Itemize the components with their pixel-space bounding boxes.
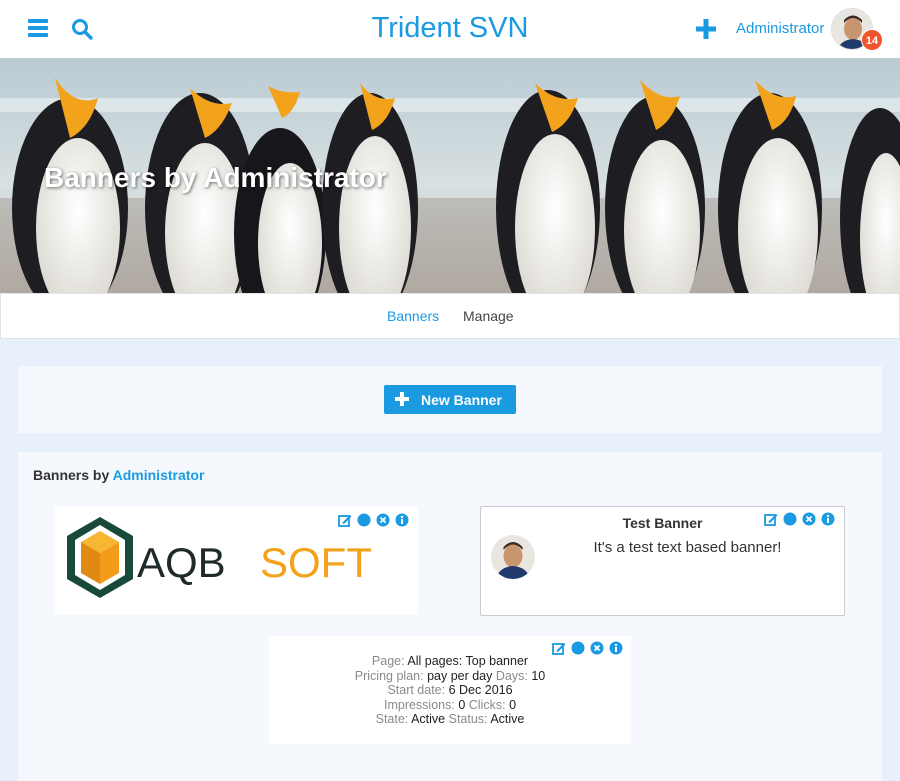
detail-clicks-label: Clicks:: [468, 697, 506, 712]
detail-stats-line: Impressions: 0 Clicks: 0: [269, 698, 631, 713]
logo-word-soft: SOFT: [260, 539, 372, 586]
text-banner-controls: [764, 512, 835, 526]
status-dot-icon[interactable]: [783, 512, 797, 526]
tab-manage[interactable]: Manage: [463, 308, 514, 324]
detail-page-line: Page: All pages: Top banner: [269, 654, 631, 669]
detail-start-line: Start date: 6 Dec 2016: [269, 683, 631, 698]
plus-icon[interactable]: [694, 17, 718, 41]
detail-state-value: Active: [411, 712, 446, 726]
top-bar: Trident SVN Administrator 14: [0, 0, 900, 58]
text-banner[interactable]: Test Banner It's a test text based banne…: [480, 506, 845, 616]
detail-start-value: 6 Dec 2016: [448, 683, 513, 697]
info-icon[interactable]: [395, 513, 409, 527]
logo-banner-controls: [338, 513, 409, 527]
list-heading-user-link[interactable]: Administrator: [113, 467, 205, 483]
cover-title: Banners by Administrator: [44, 162, 387, 193]
tab-banners[interactable]: Banners: [387, 308, 439, 324]
details-lines: Page: All pages: Top banner Pricing plan…: [269, 654, 631, 727]
delete-icon[interactable]: [802, 512, 816, 526]
info-icon[interactable]: [821, 512, 835, 526]
new-banner-label: New Banner: [421, 392, 502, 408]
menu-icon[interactable]: [28, 19, 48, 37]
edit-icon[interactable]: [338, 513, 352, 527]
detail-days-value: 10: [531, 668, 546, 683]
info-icon[interactable]: [609, 641, 623, 655]
banner-list-panel: Banners by Administrator AQB SOFT Test B…: [18, 452, 882, 781]
detail-clicks-value: 0: [509, 697, 517, 712]
notification-badge[interactable]: 14: [861, 29, 883, 51]
logo-word-aqb: AQB: [137, 539, 226, 586]
text-banner-text: It's a test text based banner!: [593, 539, 782, 556]
detail-status-label: Status:: [448, 712, 488, 726]
banner-details: Page: All pages: Top banner Pricing plan…: [269, 636, 631, 744]
detail-plan-label: Pricing plan:: [354, 668, 424, 683]
detail-impressions-label: Impressions:: [383, 697, 455, 712]
detail-page-value: All pages: Top banner: [407, 654, 529, 668]
detail-plan-line: Pricing plan: pay per day Days: 10: [269, 669, 631, 684]
new-banner-button[interactable]: New Banner: [384, 385, 516, 414]
edit-icon[interactable]: [552, 641, 566, 655]
logo-banner[interactable]: AQB SOFT: [55, 507, 418, 615]
sub-navigation: Banners Manage: [0, 293, 900, 339]
status-dot-icon[interactable]: [571, 641, 585, 655]
detail-plan-value: pay per day: [427, 668, 493, 683]
list-heading-prefix: Banners by: [33, 467, 113, 483]
cover-image: Banners by Administrator: [0, 58, 900, 293]
delete-icon[interactable]: [590, 641, 604, 655]
detail-days-label: Days:: [495, 668, 528, 683]
details-controls: [552, 641, 623, 655]
search-icon[interactable]: [71, 18, 93, 40]
user-name-link[interactable]: Administrator: [736, 20, 824, 37]
list-heading: Banners by Administrator: [33, 467, 204, 483]
plus-icon: [395, 392, 409, 406]
detail-start-label: Start date:: [387, 683, 446, 697]
detail-state-label: State:: [375, 712, 409, 726]
avatar: [491, 535, 535, 579]
edit-icon[interactable]: [764, 512, 778, 526]
detail-state-line: State: Active Status: Active: [269, 712, 631, 727]
delete-icon[interactable]: [376, 513, 390, 527]
status-dot-icon[interactable]: [357, 513, 371, 527]
detail-page-label: Page:: [371, 654, 405, 668]
detail-impressions-value: 0: [458, 697, 466, 712]
actions-panel: New Banner: [18, 366, 882, 433]
detail-status-value: Active: [490, 712, 525, 726]
